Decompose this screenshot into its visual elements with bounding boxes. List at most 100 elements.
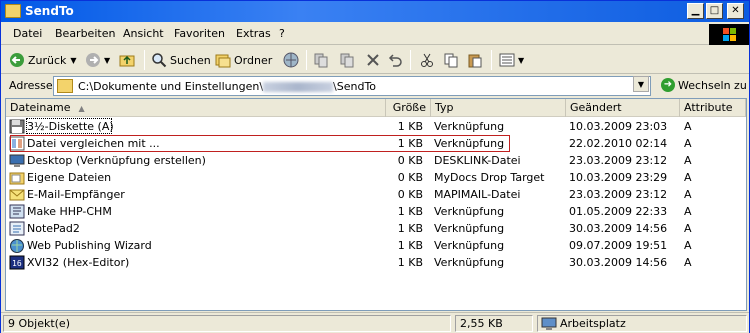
file-name: E-Mail-Empfänger bbox=[27, 188, 125, 201]
file-name: Desktop (Verknüpfung erstellen) bbox=[27, 154, 206, 167]
floppy-icon bbox=[9, 119, 25, 134]
maximize-icon: □ bbox=[709, 5, 720, 16]
menu-favoriten[interactable]: Favoriten bbox=[174, 27, 225, 40]
chevron-down-icon[interactable]: ▼ bbox=[104, 56, 110, 65]
delete-button[interactable] bbox=[365, 50, 384, 70]
copy-icon bbox=[444, 53, 458, 68]
windows-logo bbox=[709, 24, 749, 45]
column-type-label: Typ bbox=[435, 101, 454, 114]
back-label: Zurück bbox=[28, 53, 67, 67]
undo-icon bbox=[388, 54, 402, 67]
file-modified: 23.03.2009 23:12 bbox=[569, 154, 668, 167]
column-size-label: Größe bbox=[392, 101, 426, 114]
column-name-label: Dateiname bbox=[10, 101, 71, 114]
computer-icon bbox=[541, 317, 557, 330]
file-modified: 10.03.2009 23:29 bbox=[569, 171, 668, 184]
menu-help[interactable]: ? bbox=[279, 27, 285, 40]
minimize-button[interactable]: ▁ bbox=[687, 3, 704, 19]
chevron-down-icon[interactable]: ▼ bbox=[70, 56, 76, 65]
copy-to-icon bbox=[340, 53, 354, 68]
globe-icon bbox=[283, 52, 299, 68]
file-name: Web Publishing Wizard bbox=[27, 239, 152, 252]
file-size: 1 KB bbox=[397, 256, 423, 269]
up-folder-button[interactable] bbox=[119, 50, 138, 70]
file-size: 0 KB bbox=[397, 188, 423, 201]
svg-text:16: 16 bbox=[12, 259, 22, 268]
folder-up-icon bbox=[119, 55, 135, 67]
file-type: MyDocs Drop Target bbox=[434, 171, 545, 184]
file-row[interactable]: Desktop (Verknüpfung erstellen) 0 KB DESKL… bbox=[6, 152, 746, 169]
notepad-icon bbox=[9, 221, 25, 236]
title-bar[interactable]: SendTo ▁ □ ✕ bbox=[1, 1, 749, 22]
column-header-type[interactable]: Typ bbox=[431, 99, 566, 117]
address-input[interactable]: C:\Dokumente und Einstellungen\ \SendTo bbox=[53, 76, 651, 96]
column-attributes-label: Attribute bbox=[684, 101, 733, 114]
file-type: Verknüpfung bbox=[434, 239, 505, 252]
close-icon: ✕ bbox=[731, 5, 740, 16]
paste-button[interactable] bbox=[467, 50, 486, 70]
undo-button[interactable] bbox=[387, 50, 406, 70]
file-attributes: A bbox=[684, 188, 692, 201]
cut-button[interactable] bbox=[419, 50, 438, 70]
chevron-down-icon[interactable]: ▼ bbox=[518, 56, 524, 65]
scissors-icon bbox=[421, 53, 433, 67]
sync-button[interactable] bbox=[283, 50, 302, 70]
mydocs-icon bbox=[9, 172, 25, 185]
file-attributes: A bbox=[684, 205, 692, 218]
menu-bar: Datei Bearbeiten Ansicht Favoriten Extra… bbox=[1, 23, 749, 45]
file-row[interactable]: E-Mail-Empfänger 0 KB MAPIMAIL-Datei 23.03.… bbox=[6, 186, 746, 203]
file-row[interactable]: 3½-Diskette (A) 1 KB Verknüpfung 10.03.2009… bbox=[6, 118, 746, 135]
file-row[interactable]: Web Publishing Wizard 1 KB Verknüpfung 09.0… bbox=[6, 237, 746, 254]
windows-flag-icon bbox=[723, 28, 736, 41]
file-modified: 01.05.2009 22:33 bbox=[569, 205, 668, 218]
file-type: MAPIMAIL-Datei bbox=[434, 188, 521, 201]
list-header: Dateiname ▲ Größe Typ Geändert Attribute bbox=[6, 99, 746, 117]
blurred-username bbox=[263, 82, 334, 92]
column-header-name[interactable]: Dateiname ▲ bbox=[6, 99, 386, 117]
column-header-modified[interactable]: Geändert bbox=[566, 99, 680, 117]
file-type: Verknüpfung bbox=[434, 120, 505, 133]
menu-datei[interactable]: Datei bbox=[13, 27, 42, 40]
close-button[interactable]: ✕ bbox=[727, 3, 744, 19]
highlight-box bbox=[10, 135, 510, 152]
menu-bearbeiten[interactable]: Bearbeiten bbox=[55, 27, 115, 40]
file-row[interactable]: NotePad2 1 KB Verknüpfung 30.03.2009 14:56 A bbox=[6, 220, 746, 237]
paste-icon bbox=[468, 54, 482, 68]
column-header-attributes[interactable]: Attribute bbox=[680, 99, 746, 117]
file-type: Verknüpfung bbox=[434, 205, 505, 218]
move-to-button[interactable] bbox=[313, 50, 332, 70]
file-row[interactable]: Eigene Dateien 0 KB MyDocs Drop Target 10.0… bbox=[6, 169, 746, 186]
file-name: Eigene Dateien bbox=[27, 171, 112, 184]
status-count: 9 Objekt(e) bbox=[3, 315, 451, 332]
chm-icon bbox=[9, 204, 25, 219]
mail-icon bbox=[9, 189, 25, 201]
focus-rectangle bbox=[26, 118, 112, 134]
maximize-button[interactable]: □ bbox=[706, 3, 723, 19]
address-dropdown-button[interactable]: ▼ bbox=[633, 76, 649, 92]
file-modified: 30.03.2009 14:56 bbox=[569, 222, 668, 235]
go-button[interactable]: ➜ Wechseln zu bbox=[661, 78, 747, 92]
forward-button[interactable]: ▼ bbox=[85, 50, 110, 70]
search-button[interactable]: Suchen bbox=[151, 50, 211, 70]
column-header-size[interactable]: Größe bbox=[386, 99, 431, 117]
go-label: Wechseln zu bbox=[678, 78, 747, 92]
file-row[interactable]: 16 XVI32 (Hex-Editor) 1 KB Verknüpfung 30.03… bbox=[6, 254, 746, 271]
folders-button[interactable]: Ordner bbox=[215, 50, 272, 70]
copy-to-button[interactable] bbox=[339, 50, 358, 70]
menu-ansicht[interactable]: Ansicht bbox=[123, 27, 164, 40]
menu-extras[interactable]: Extras bbox=[236, 27, 271, 40]
file-row[interactable]: Datei vergleichen mit ... 1 KB Verknüpfung… bbox=[6, 135, 746, 152]
address-path: C:\Dokumente und Einstellungen\ \SendTo bbox=[78, 80, 376, 93]
hex-editor-icon: 16 bbox=[9, 255, 25, 270]
file-row[interactable]: Make HHP-CHM 1 KB Verknüpfung 01.05.2009 22… bbox=[6, 203, 746, 220]
views-button[interactable]: ▼ bbox=[499, 50, 524, 70]
status-size: 2,55 KB bbox=[455, 315, 533, 332]
copy-button[interactable] bbox=[443, 50, 462, 70]
back-button[interactable]: Zurück ▼ bbox=[9, 50, 77, 70]
file-size: 1 KB bbox=[397, 239, 423, 252]
file-attributes: A bbox=[684, 239, 692, 252]
web-publish-icon bbox=[10, 239, 24, 253]
file-attributes: A bbox=[684, 137, 692, 150]
file-list[interactable]: Dateiname ▲ Größe Typ Geändert Attribute … bbox=[5, 98, 747, 311]
address-label: Adresse bbox=[9, 79, 53, 92]
